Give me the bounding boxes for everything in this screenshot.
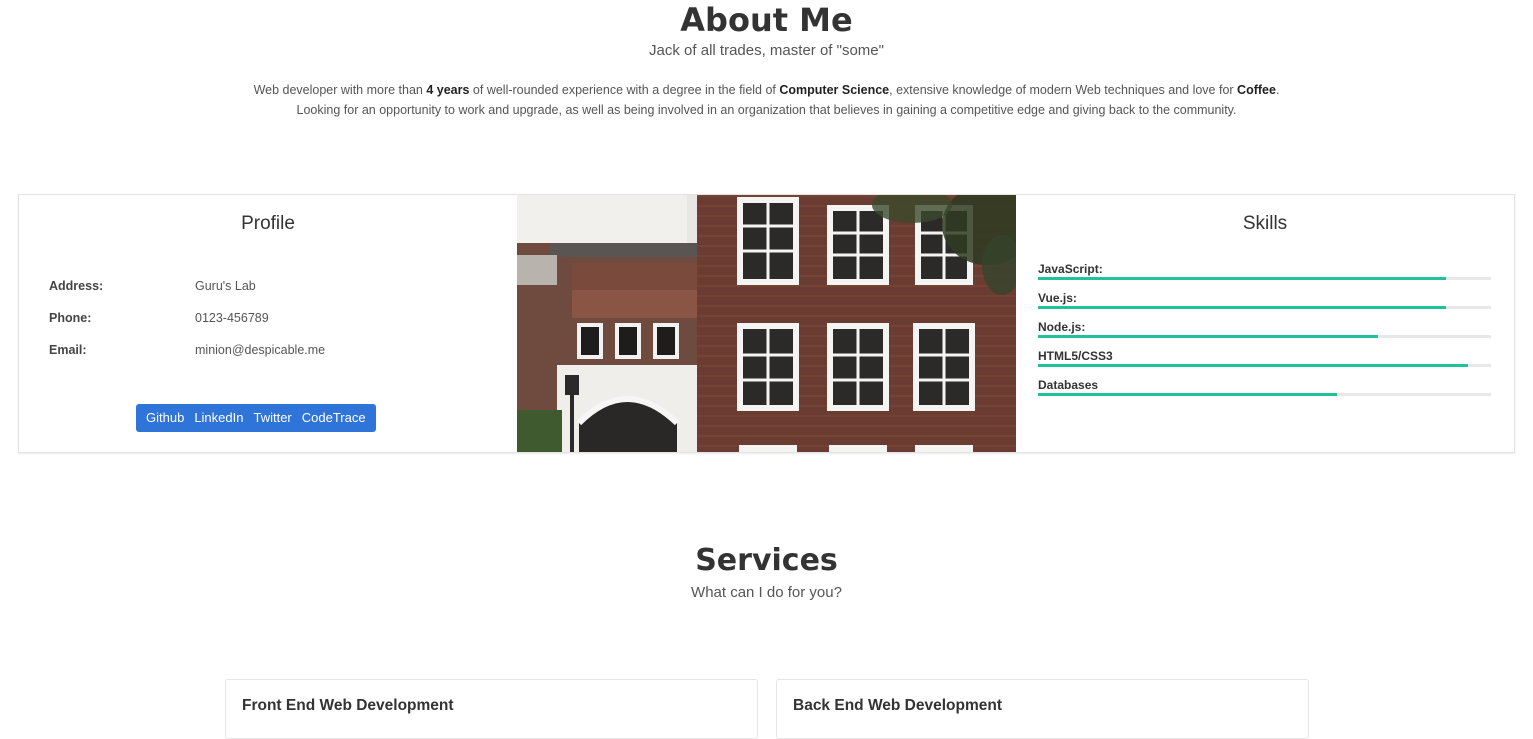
skills-panel: Skills JavaScript: Vue.js: Node.js: HTML… [1016,195,1514,452]
skill-name: Databases [1038,378,1099,392]
skill-track [1038,306,1491,309]
bio-emphasis: Coffee [1237,83,1276,97]
services-subtitle: What can I do for you? [691,584,842,601]
profile-label: Address: [49,279,104,293]
skill-bar [1038,393,1337,396]
skill-track [1038,277,1491,280]
profile-photo [517,195,1016,452]
profile-value: 0123-456789 [195,311,269,325]
profile-value: minion@despicable.me [195,343,326,357]
twitter-link[interactable]: Twitter [248,404,296,432]
social-links-group: Github LinkedIn Twitter CodeTrace [136,404,376,432]
github-link[interactable]: Github [141,404,189,432]
linkedin-link[interactable]: LinkedIn [189,404,248,432]
bio-text: , extensive knowledge of modern Web tech… [889,83,1238,97]
profile-label: Email: [49,343,87,357]
services-title: Services [695,543,838,578]
service-card-title: Back End Web Development [793,697,1003,714]
bio-emphasis: Computer Science [779,83,890,97]
bio-text: of well-rounded experience with a degree… [469,83,780,97]
about-card: Profile Address: Guru's Lab Phone: 0123-… [18,194,1515,453]
bio-text: . [1275,83,1280,97]
skill-item: JavaScript: [1038,262,1491,291]
skills-title: Skills [1242,213,1288,234]
skill-bar [1038,335,1378,338]
skill-item: Node.js: [1038,320,1491,349]
skill-bar [1038,364,1469,367]
skill-name: Vue.js: [1038,291,1077,305]
profile-panel: Profile Address: Guru's Lab Phone: 0123-… [19,195,517,452]
profile-value: Guru's Lab [195,279,256,293]
bio-line-1: Web developer with more than 4 years of … [0,81,1533,101]
service-card-backend[interactable]: Back End Web Development [776,679,1309,739]
skill-item: Databases [1038,378,1491,407]
skill-item: HTML5/CSS3 [1038,349,1491,378]
service-card-title: Front End Web Development [242,697,454,714]
building-photo [517,195,1016,452]
bio-emphasis: 4 years [426,83,470,97]
bio-text: Web developer with more than [253,83,427,97]
codetrace-link[interactable]: CodeTrace [297,404,371,432]
about-subtitle: Jack of all trades, master of "some" [649,42,884,59]
about-title: About Me [680,1,853,39]
skill-track [1038,364,1491,367]
service-card-frontend[interactable]: Front End Web Development [225,679,758,739]
bio-line-2: Looking for an opportunity to work and u… [296,102,1237,117]
about-bio: Web developer with more than 4 years of … [0,81,1533,120]
skill-bar [1038,277,1446,280]
skill-bar [1038,306,1446,309]
skill-item: Vue.js: [1038,291,1491,320]
skill-name: JavaScript: [1038,262,1103,276]
profile-label: Phone: [49,311,92,325]
skill-track [1038,393,1491,396]
skill-name: HTML5/CSS3 [1038,349,1113,363]
skill-name: Node.js: [1038,320,1086,334]
profile-title: Profile [241,213,295,234]
skill-track [1038,335,1491,338]
